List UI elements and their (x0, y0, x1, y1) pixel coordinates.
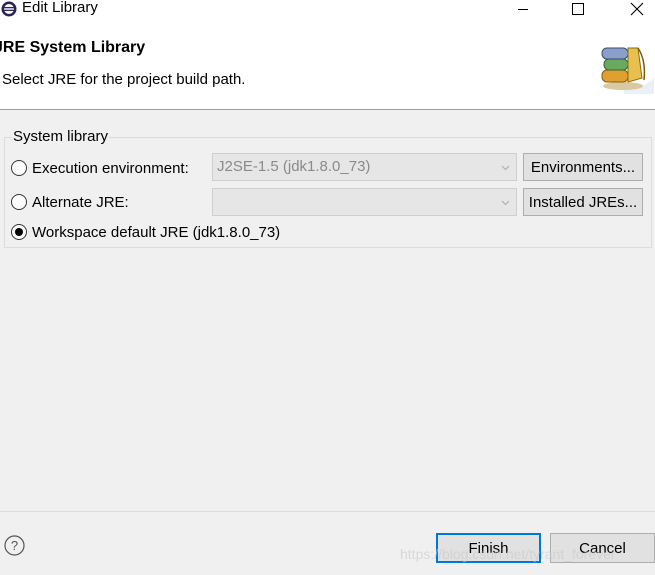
library-books-icon (601, 47, 654, 94)
maximize-button[interactable] (563, 0, 593, 18)
radio-indicator (11, 160, 27, 176)
chevron-down-icon (501, 165, 510, 171)
alternate-jre-label: Alternate JRE: (32, 193, 129, 211)
eclipse-app-icon (1, 1, 17, 17)
header-banner: JRE System Library Select JRE for the pr… (0, 18, 655, 110)
close-icon (630, 2, 644, 16)
window-title: Edit Library (22, 0, 98, 16)
page-description: Select JRE for the project build path. (2, 71, 246, 88)
close-button[interactable] (622, 0, 652, 18)
execution-environment-label: Execution environment: (32, 159, 189, 177)
workspace-default-jre-label: Workspace default JRE (jdk1.8.0_73) (32, 223, 281, 241)
workspace-default-jre-radio[interactable]: Workspace default JRE (jdk1.8.0_73) (11, 222, 280, 242)
alternate-jre-combo[interactable] (212, 188, 517, 216)
page-title: JRE System Library (0, 39, 146, 56)
minimize-button[interactable] (508, 0, 538, 18)
execution-environment-combo[interactable]: J2SE-1.5 (jdk1.8.0_73) (212, 153, 517, 181)
cancel-button[interactable]: Cancel (550, 533, 655, 563)
radio-indicator (11, 194, 27, 210)
group-legend: System library (12, 128, 110, 145)
svg-text:?: ? (11, 538, 18, 553)
minimize-icon (518, 9, 528, 10)
maximize-icon (572, 3, 584, 15)
finish-button[interactable]: Finish (436, 533, 541, 563)
combo-value: J2SE-1.5 (jdk1.8.0_73) (217, 158, 371, 175)
execution-environment-radio[interactable]: Execution environment: (11, 158, 189, 178)
title-bar: Edit Library (0, 0, 655, 18)
alternate-jre-radio[interactable]: Alternate JRE: (11, 192, 129, 212)
footer-separator (0, 511, 655, 512)
radio-indicator (11, 224, 27, 240)
environments-button[interactable]: Environments... (523, 153, 643, 181)
chevron-down-icon (501, 200, 510, 206)
installed-jres-button[interactable]: Installed JREs... (523, 188, 643, 216)
banner-separator (0, 109, 655, 110)
help-icon[interactable]: ? (4, 535, 25, 556)
